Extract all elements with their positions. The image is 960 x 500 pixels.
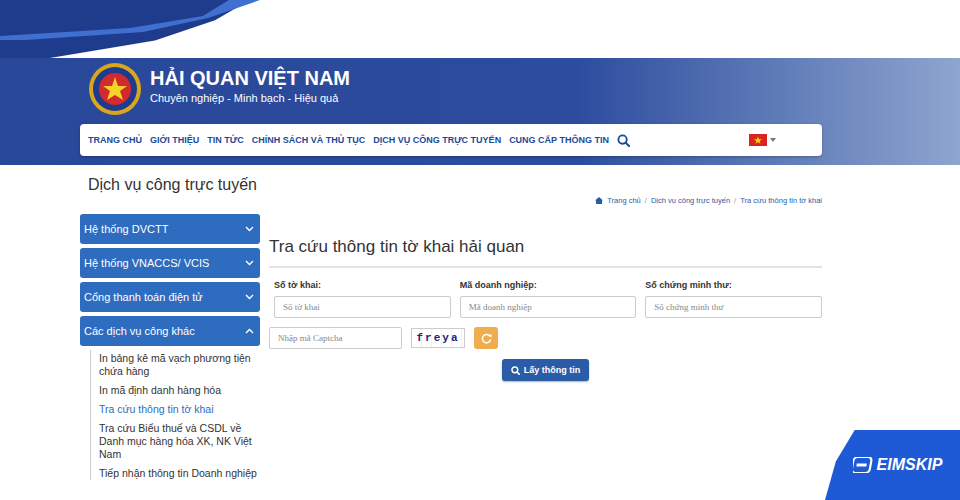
customs-emblem-icon	[88, 62, 142, 116]
breadcrumb-item[interactable]: Tra cứu thông tin tờ khai	[740, 195, 822, 206]
site-slogan: Chuyên nghiệp - Minh bạch - Hiệu quả	[150, 90, 350, 106]
nav-item[interactable]: TRANG CHỦ	[88, 135, 142, 145]
form-field: Số chứng minh thư:	[645, 279, 822, 318]
search-icon[interactable]	[617, 134, 630, 147]
site-title: HẢI QUAN VIỆT NAM	[150, 66, 350, 90]
refresh-captcha-button[interactable]	[474, 327, 498, 349]
submit-button[interactable]: Lấy thông tin	[502, 359, 590, 381]
breadcrumb-item[interactable]: Trang chủ	[607, 195, 641, 206]
form-field: Mã doanh nghiệp:	[460, 279, 637, 318]
nav-item[interactable]: TIN TỨC	[207, 135, 243, 145]
sidebar-group[interactable]: Hệ thống DVCTT	[80, 214, 260, 244]
form-title: Tra cứu thông tin tờ khai hải quan	[269, 236, 822, 258]
sidebar-item[interactable]: Tiếp nhận thông tin Doanh nghiệp	[99, 467, 260, 480]
caret-down-icon	[770, 138, 776, 142]
lookup-panel: Tra cứu thông tin tờ khai hải quan Số tờ…	[269, 214, 822, 486]
breadcrumb-separator: /	[734, 195, 736, 206]
text-input[interactable]	[460, 296, 637, 318]
captcha-image: freya	[411, 328, 465, 348]
sidebar-group[interactable]: Các dịch vụ công khác	[80, 316, 260, 346]
text-input[interactable]	[645, 296, 822, 318]
breadcrumb-separator: /	[645, 195, 647, 206]
chevron-icon	[245, 226, 254, 232]
sidebar-group[interactable]: Cổng thanh toán điện tử	[80, 282, 260, 312]
eimskip-mark-icon	[853, 457, 873, 473]
captcha-input[interactable]	[269, 327, 402, 349]
refresh-icon	[481, 333, 492, 344]
nav-item[interactable]: CUNG CẤP THÔNG TIN	[509, 135, 609, 145]
sidebar-sublist: In bảng kê mã vạch phương tiện chứa hàng…	[90, 350, 260, 480]
sidebar-item[interactable]: Tra cứu thông tin tờ khai	[99, 403, 260, 416]
sidebar-item[interactable]: In bảng kê mã vạch phương tiện chứa hàng	[99, 352, 260, 378]
sidebar-group[interactable]: Hệ thống VNACCS/ VCIS	[80, 248, 260, 278]
home-icon	[595, 197, 603, 204]
sidebar-item[interactable]: Tra cứu Biểu thuế và CSDL về Danh mục hà…	[99, 422, 260, 461]
breadcrumb: Trang chủ / Dịch vụ công trực tuyến / Tra …	[80, 195, 822, 206]
text-input[interactable]	[274, 296, 451, 318]
divider	[269, 266, 822, 268]
site-header: HẢI QUAN VIỆT NAM Chuyên nghiệp - Minh b…	[0, 58, 960, 165]
field-label: Số tờ khai:	[274, 279, 451, 291]
brand[interactable]: HẢI QUAN VIỆT NAM Chuyên nghiệp - Minh b…	[0, 62, 960, 124]
vietnam-flag-icon	[749, 134, 767, 146]
eimskip-watermark: EIMSKIP	[825, 430, 960, 500]
form-field: Số tờ khai:	[274, 279, 451, 318]
field-label: Số chứng minh thư:	[645, 279, 822, 291]
breadcrumb-item[interactable]: Dịch vụ công trực tuyến	[651, 195, 730, 206]
sidebar: Hệ thống DVCTT Hệ thống VNACCS/ VCIS Cổn…	[80, 214, 260, 486]
chevron-icon	[245, 260, 254, 266]
page-title: Dịch vụ công trực tuyến	[80, 165, 822, 195]
page: HẢI QUAN VIỆT NAM Chuyên nghiệp - Minh b…	[0, 0, 960, 500]
language-selector[interactable]	[749, 134, 776, 146]
field-label: Mã doanh nghiệp:	[460, 279, 637, 291]
nav-item[interactable]: DỊCH VỤ CÔNG TRỰC TUYẾN	[373, 135, 501, 145]
main-nav: TRANG CHỦ GIỚI THIỆU TIN TỨC CHÍNH SÁCH VÀ …	[80, 124, 822, 156]
content: Dịch vụ công trực tuyến Trang chủ / Dịch …	[80, 165, 822, 486]
chevron-icon	[245, 328, 254, 334]
nav-item[interactable]: CHÍNH SÁCH VÀ THỦ TỤC	[252, 135, 366, 145]
nav-item[interactable]: GIỚI THIỆU	[150, 135, 199, 145]
sidebar-item[interactable]: In mã định danh hàng hóa	[99, 384, 260, 397]
chevron-icon	[245, 294, 254, 300]
search-icon	[511, 366, 520, 375]
